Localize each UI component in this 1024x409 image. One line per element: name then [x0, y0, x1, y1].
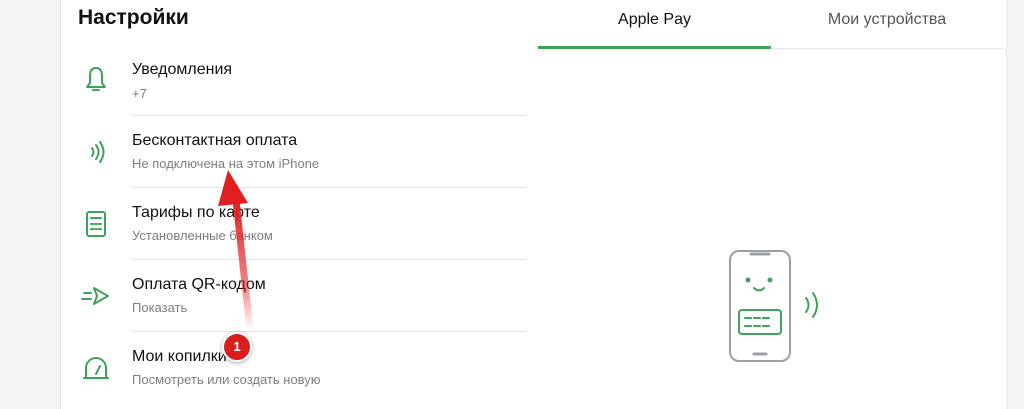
item-title: Тарифы по карте [132, 204, 260, 221]
item-title: Уведомления [132, 61, 233, 78]
phone-contactless-illustration [729, 250, 818, 362]
item-subtitle: Показать [132, 300, 188, 315]
settings-item-qr-payment[interactable]: Оплата QR-кодом Показать [70, 260, 526, 332]
calculator-icon [86, 211, 106, 237]
settings-item-notifications[interactable]: Уведомления +7 [70, 42, 526, 116]
settings-list: Уведомления +7 Бесконтактная оплата Не п… [70, 42, 526, 404]
annotation-badge: 1 [222, 332, 252, 362]
item-subtitle: Не подключена на этом iPhone [132, 156, 320, 171]
item-subtitle: Посмотреть или создать новую [132, 372, 321, 387]
item-subtitle: Установленные банком [132, 228, 273, 243]
item-title: Мои копилки [132, 348, 227, 365]
settings-item-tariffs[interactable]: Тарифы по карте Установленные банком [70, 188, 526, 260]
send-arrow-icon [81, 287, 109, 305]
item-title: Оплата QR-кодом [132, 276, 266, 293]
tab-my-devices[interactable]: Мои устройства [771, 0, 1003, 52]
tab-bar: Apple Pay Мои устройства [538, 0, 1003, 52]
bell-icon [86, 67, 106, 91]
settings-item-piggy-banks[interactable]: Мои копилки Посмотреть или создать новую [70, 332, 526, 404]
tab-apple-pay[interactable]: Apple Pay [538, 0, 771, 52]
active-tab-indicator [538, 46, 771, 49]
settings-item-contactless[interactable]: Бесконтактная оплата Не подключена на эт… [70, 116, 526, 188]
item-subtitle: +7 [132, 86, 147, 101]
page-title: Настройки [78, 6, 189, 29]
item-title: Бесконтактная оплата [132, 132, 298, 149]
contactless-icon [91, 141, 105, 163]
piggy-gauge-icon [83, 357, 109, 379]
